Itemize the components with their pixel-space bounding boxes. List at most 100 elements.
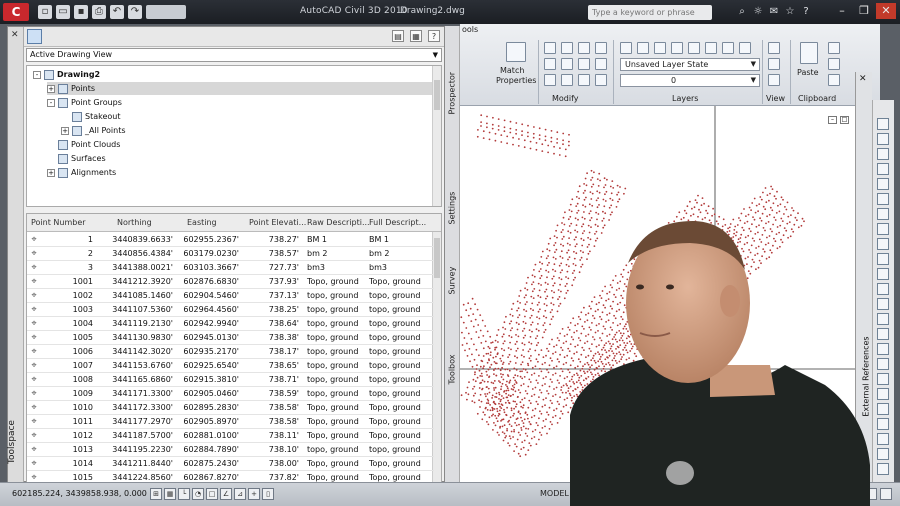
undo-icon[interactable]: ↶ <box>110 5 124 19</box>
ortho-toggle-icon[interactable]: └ <box>178 488 190 500</box>
modify-tool-icon[interactable] <box>561 74 573 86</box>
tree-item[interactable]: + Alignments <box>47 166 116 179</box>
draw-tool-icon[interactable] <box>877 343 889 355</box>
annotation-scale-icon[interactable] <box>835 488 847 500</box>
paste-icon[interactable] <box>800 42 818 64</box>
scroll-thumb[interactable] <box>434 238 440 278</box>
draw-tool-icon[interactable] <box>877 118 889 130</box>
layer-tool-icon[interactable] <box>688 42 700 54</box>
lineweight-toggle-icon[interactable]: ▯ <box>262 488 274 500</box>
copy-clip-icon[interactable] <box>828 74 840 86</box>
search-input[interactable]: Type a keyword or phrase <box>588 5 712 20</box>
draw-tool-icon[interactable] <box>877 328 889 340</box>
layer-tool-icon[interactable] <box>722 42 734 54</box>
maximize-icon[interactable]: □ <box>840 116 849 124</box>
redo-icon[interactable]: ↷ <box>128 5 142 19</box>
tree-expander-icon[interactable]: - <box>47 98 55 107</box>
column-header[interactable]: Point Number <box>31 218 86 227</box>
draw-tool-icon[interactable] <box>877 193 889 205</box>
tree-expander-icon[interactable]: + <box>47 84 55 93</box>
modify-tool-icon[interactable] <box>544 74 556 86</box>
minimize-icon[interactable]: – <box>832 3 852 19</box>
palette-tab[interactable]: Toolbox <box>446 326 459 386</box>
table-row[interactable]: ⌖ 1002 3441085.1460' 602904.5460' 737.13' top… <box>27 289 434 303</box>
list-view-icon[interactable]: ▦ <box>410 30 422 42</box>
tree-item[interactable]: - Drawing2 <box>33 68 100 81</box>
help-icon[interactable]: ? <box>800 5 812 18</box>
draw-tool-icon[interactable] <box>877 448 889 460</box>
panel-label-modify[interactable]: Modify <box>552 94 579 103</box>
table-row[interactable]: ⌖ 1011 3441177.2970' 602905.8970' 738.58' Top… <box>27 415 434 429</box>
app-menu-button[interactable]: C <box>3 3 29 21</box>
help-icon[interactable]: ? <box>428 30 440 42</box>
close-icon[interactable]: ✕ <box>876 3 896 19</box>
match-properties-icon[interactable] <box>506 42 526 62</box>
polar-toggle-icon[interactable]: ◔ <box>192 488 204 500</box>
tree-item[interactable]: Surfaces <box>47 152 106 165</box>
draw-tool-icon[interactable] <box>877 463 889 475</box>
print-icon[interactable]: ⎙ <box>92 5 106 19</box>
modify-tool-icon[interactable] <box>595 74 607 86</box>
table-row[interactable]: ⌖ 1006 3441142.3020' 602935.2170' 738.17' top… <box>27 345 434 359</box>
star-icon[interactable]: ☆ <box>784 5 796 18</box>
draw-tool-icon[interactable] <box>877 388 889 400</box>
draw-tool-icon[interactable] <box>877 313 889 325</box>
snap-toggle-icon[interactable]: ⊞ <box>150 488 162 500</box>
minimize-icon[interactable]: – <box>828 116 837 124</box>
modify-tool-icon[interactable] <box>544 58 556 70</box>
tree-scrollbar[interactable] <box>432 66 441 206</box>
ducs-toggle-icon[interactable]: ⊿ <box>234 488 246 500</box>
table-row[interactable]: ⌖ 1012 3441187.5700' 602881.0100' 738.11' Top… <box>27 429 434 443</box>
column-header[interactable]: Northing <box>117 218 152 227</box>
modify-tool-icon[interactable] <box>578 58 590 70</box>
modify-tool-icon[interactable] <box>561 42 573 54</box>
table-row[interactable]: ⌖ 1005 3441130.9830' 602945.0130' 738.38' top… <box>27 331 434 345</box>
draw-tool-icon[interactable] <box>877 358 889 370</box>
palette-tab[interactable]: Prospector <box>446 56 459 116</box>
drawing-canvas[interactable]: – □ <box>460 106 855 482</box>
view-tool-icon[interactable] <box>768 74 780 86</box>
layer-select[interactable]: 0 ▼ <box>620 74 760 87</box>
close-icon[interactable]: ✕ <box>859 74 867 84</box>
column-header[interactable]: Point Elevati... <box>249 218 306 227</box>
tree-item[interactable]: - Point Groups <box>47 96 122 109</box>
draw-tool-icon[interactable] <box>877 163 889 175</box>
close-icon[interactable]: ✕ <box>11 30 19 40</box>
draw-tool-icon[interactable] <box>877 373 889 385</box>
table-row[interactable]: ⌖ 1 3440839.6633' 602955.2367' 738.27' BM 1 BM… <box>27 233 434 247</box>
toolspace-view-icon[interactable] <box>27 29 42 44</box>
modify-tool-icon[interactable] <box>595 42 607 54</box>
lock-icon[interactable] <box>865 488 877 500</box>
draw-tool-icon[interactable] <box>877 133 889 145</box>
table-row[interactable]: ⌖ 3 3441388.0021' 603103.3667' 727.73' bm3 bm3 <box>27 261 434 275</box>
column-header[interactable]: Full Descript... <box>369 218 426 227</box>
osnap-toggle-icon[interactable]: □ <box>206 488 218 500</box>
tree-expander-icon[interactable]: - <box>33 70 41 79</box>
draw-tool-icon[interactable] <box>877 208 889 220</box>
modify-tool-icon[interactable] <box>578 74 590 86</box>
cut-icon[interactable] <box>828 42 840 54</box>
table-row[interactable]: ⌖ 1003 3441107.5360' 602964.4560' 738.25' top… <box>27 303 434 317</box>
table-row[interactable]: ⌖ 1001 3441212.3920' 602876.6830' 737.93' Top… <box>27 275 434 289</box>
clean-screen-icon[interactable] <box>880 488 892 500</box>
layer-tool-icon[interactable] <box>671 42 683 54</box>
column-header[interactable]: Easting <box>187 218 217 227</box>
palette-tab[interactable]: Settings <box>446 166 459 226</box>
column-header[interactable]: Raw Descripti... <box>307 218 370 227</box>
modify-tool-icon[interactable] <box>578 42 590 54</box>
palette-tab[interactable]: Survey <box>446 236 459 296</box>
table-row[interactable]: ⌖ 1013 3441195.2230' 602884.7890' 738.10' top… <box>27 443 434 457</box>
tree-expander-icon[interactable]: + <box>47 168 55 177</box>
tree-item[interactable]: + Points <box>47 82 433 95</box>
table-row[interactable]: ⌖ 1008 3441165.6860' 602915.3810' 738.71' top… <box>27 373 434 387</box>
table-row[interactable]: ⌖ 1007 3441153.6760' 602925.6540' 738.65' top… <box>27 359 434 373</box>
copy-icon[interactable] <box>828 58 840 70</box>
view-select[interactable]: Active Drawing View ▼ <box>26 48 442 62</box>
modify-tool-icon[interactable] <box>544 42 556 54</box>
draw-tool-icon[interactable] <box>877 238 889 250</box>
scroll-thumb[interactable] <box>434 80 440 110</box>
table-row[interactable]: ⌖ 1014 3441211.8440' 602875.2430' 738.00' Top… <box>27 457 434 471</box>
binoculars-icon[interactable]: ⌕ <box>736 5 748 18</box>
tree-item[interactable]: + _All Points <box>61 124 126 137</box>
layer-tool-icon[interactable] <box>637 42 649 54</box>
